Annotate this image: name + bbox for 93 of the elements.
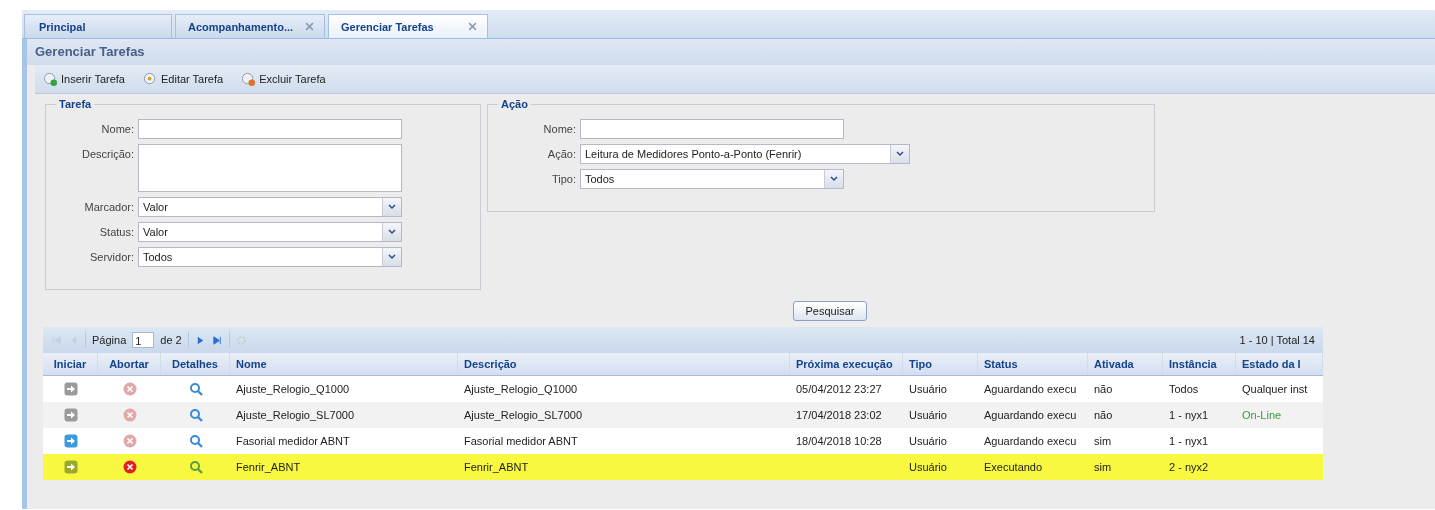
table-cell: sim [1094,435,1112,447]
table-cell: Usuário [909,383,947,395]
column-header[interactable]: Ativada [1088,353,1163,375]
column-header[interactable]: Iniciar [43,353,98,375]
table-cell: Ajuste_Relogio_SL7000 [236,409,355,421]
table-cell: não [1094,383,1113,395]
tab[interactable]: Acompanhamento... [175,14,325,38]
start-icon[interactable] [63,408,78,422]
table-cell: Fenrir_ABNT [464,461,529,473]
toolbar-button[interactable]: Inserir Tarefa [41,69,127,89]
search-icon[interactable] [188,460,203,474]
start-icon[interactable] [63,460,78,474]
abort-icon[interactable] [122,408,137,422]
page-label: Página [92,334,127,346]
table-cell: não [1094,409,1113,421]
abort-icon[interactable] [122,460,137,474]
table-cell: Ajuste_Relogio_SL7000 [464,409,583,421]
page-input[interactable]: 1 [132,332,155,348]
combo-box[interactable]: Todos [138,247,402,267]
delete-icon [241,71,257,87]
field-label: Nome: [542,122,577,137]
field-label: Status: [98,225,135,240]
table-cell: 2 - nyx2 [1169,461,1209,473]
tab[interactable]: Principal [24,14,172,38]
chevron-down-icon [388,254,396,260]
column-header[interactable]: Descrição [458,353,790,375]
column-header[interactable]: Próxima execução [790,353,903,375]
fieldset-legend: Ação [498,98,531,110]
column-header[interactable]: Abortar [98,353,161,375]
table-cell: Executando [984,461,1043,473]
tab[interactable]: Gerenciar Tarefas [328,14,488,38]
table-cell: 1 - nyx1 [1169,409,1209,421]
panel-title: Gerenciar Tarefas [27,39,1435,65]
table-cell: Aguardando execu [984,435,1077,447]
table-cell: Usuário [909,435,947,447]
page-count: de 2 [160,334,182,346]
toolbar-button[interactable]: Editar Tarefa [141,69,226,89]
search-icon[interactable] [188,434,203,448]
table-cell: Ajuste_Relogio_Q1000 [464,383,578,395]
table-cell: Aguardando execu [984,383,1077,395]
search-icon[interactable] [188,382,203,396]
field-label: Nome: [100,122,135,137]
table-cell: Fasorial medidor ABNT [236,435,350,447]
combo-box[interactable]: Valor [138,197,402,217]
chevron-down-icon [388,229,396,235]
chevron-down-icon [830,176,838,182]
table-cell: Usuário [909,409,947,421]
table-cell: Fasorial medidor ABNT [464,435,578,447]
combo-box[interactable]: Valor [138,222,402,242]
combo-box[interactable]: Leitura de Medidores Ponto-a-Ponto (Fenrir) [580,144,910,164]
table-cell: Usuário [909,461,947,473]
column-header[interactable]: Instância [1163,353,1236,375]
page-summary: 1 - 10 | Total 14 [1239,334,1315,346]
start-icon[interactable] [63,382,78,396]
chevron-down-icon [896,151,904,157]
field-label: Tipo: [550,172,577,187]
column-header[interactable]: Detalhes [161,353,230,375]
add-icon [43,71,58,87]
fieldset-legend: Tarefa [56,98,95,110]
table-cell: 05/04/2012 23:27 [796,383,882,395]
column-header[interactable]: Status [978,353,1088,375]
edit-icon [143,71,158,87]
field-label: Descrição: [81,147,135,162]
table-cell: 17/04/2018 23:02 [796,409,882,421]
input-field[interactable] [138,119,402,139]
table-cell: Ajuste_Relogio_Q1000 [236,383,350,395]
close-icon[interactable] [305,22,314,31]
table-cell: 1 - nyx1 [1169,435,1209,447]
table-cell: sim [1094,461,1112,473]
chevron-down-icon [388,204,396,210]
toolbar-button[interactable]: Excluir Tarefa [239,69,328,89]
last-page-icon[interactable] [211,334,223,346]
abort-icon[interactable] [122,434,137,448]
start-icon[interactable] [63,434,78,448]
abort-icon[interactable] [122,382,137,396]
search-icon[interactable] [188,408,203,422]
close-icon[interactable] [468,22,477,31]
input-field[interactable] [580,119,844,139]
column-header[interactable]: Estado da I [1236,353,1323,375]
text-area[interactable] [138,144,402,192]
table-cell: Todos [1169,383,1199,395]
search-button[interactable]: Pesquisar [792,301,868,321]
field-label: Ação: [546,147,577,162]
column-header[interactable]: Tipo [903,353,978,375]
table-cell: Fenrir_ABNT [236,461,301,473]
field-label: Marcador: [83,200,135,215]
table-cell: On-Line [1242,409,1282,421]
table-cell: Qualquer inst [1242,383,1308,395]
field-label: Servidor: [88,250,135,265]
column-header[interactable]: Nome [230,353,458,375]
table-cell: 18/04/2018 10:28 [796,435,882,447]
combo-box[interactable]: Todos [580,169,844,189]
table-cell: Aguardando execu [984,409,1077,421]
